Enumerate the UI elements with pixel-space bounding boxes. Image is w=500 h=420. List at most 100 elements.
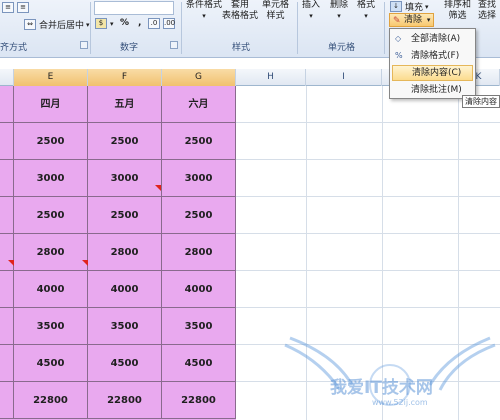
menu-item-clear-all[interactable]: ◇ 全部清除(A) xyxy=(392,31,473,47)
number-launcher-icon[interactable] xyxy=(170,41,178,49)
column-header-D[interactable] xyxy=(0,69,14,86)
menu-item-clear-comments[interactable]: 清除批注(M) xyxy=(392,82,473,98)
gridline xyxy=(236,122,500,123)
alignment-launcher-icon[interactable] xyxy=(80,41,88,49)
table-cell[interactable]: 2800 xyxy=(162,234,236,271)
table-cell[interactable] xyxy=(0,160,14,197)
table-cell[interactable]: 2800 xyxy=(14,234,88,271)
currency-icon: $ xyxy=(95,18,107,29)
table-cell[interactable] xyxy=(0,197,14,234)
find-label-2: 选择 xyxy=(478,11,497,21)
watermark-url: www.52ij.com xyxy=(372,398,428,407)
table-cell[interactable]: 2500 xyxy=(14,197,88,234)
table-cell[interactable]: 3000 xyxy=(88,160,162,197)
table-cell[interactable]: 2500 xyxy=(88,197,162,234)
insert-button[interactable]: 插入 ▾ xyxy=(302,0,320,22)
format-button[interactable]: 格式 ▾ xyxy=(357,0,375,22)
table-cell[interactable]: 2500 xyxy=(88,123,162,160)
column-header-I[interactable]: I xyxy=(306,69,382,86)
clear-content-icon xyxy=(396,69,406,78)
table-format-button[interactable]: 套用 表格格式 xyxy=(222,0,258,22)
table-cell[interactable]: 22800 xyxy=(14,382,88,419)
table-cell[interactable]: 3000 xyxy=(14,160,88,197)
table-cell[interactable]: 3500 xyxy=(162,308,236,345)
table-cell[interactable]: 3500 xyxy=(88,308,162,345)
delete-label: 删除 xyxy=(330,0,349,10)
decimal-buttons[interactable]: .0.00 xyxy=(148,18,178,29)
table-cell[interactable]: 22800 xyxy=(162,382,236,419)
currency-button[interactable]: $ ▾ xyxy=(95,18,114,29)
table-cell[interactable]: 4500 xyxy=(88,345,162,382)
menu-item-label: 清除批注(M) xyxy=(411,85,462,95)
table-cell[interactable]: 4500 xyxy=(14,345,88,382)
merge-center-button[interactable]: ⇔ 合并后居中 ▾ xyxy=(24,18,90,31)
table-cell[interactable]: 2500 xyxy=(162,197,236,234)
table-header-cell[interactable]: 四月 xyxy=(14,86,88,123)
column-header-F[interactable]: F xyxy=(88,69,162,86)
menu-item-clear-contents[interactable]: 清除内容(C) xyxy=(392,65,473,81)
table-row: 4000 4000 4000 xyxy=(0,271,236,308)
clear-label: 清除 xyxy=(404,15,423,25)
gridline xyxy=(236,159,500,160)
alignment-group-label: 齐方式 xyxy=(0,43,28,53)
decrease-decimal-icon: .00 xyxy=(163,18,176,29)
cell-styles-label-1: 单元格 xyxy=(262,0,290,10)
gridline xyxy=(236,270,500,271)
cell-styles-label-2: 样式 xyxy=(266,11,285,21)
conditional-format-button[interactable]: 条件格式 ▾ xyxy=(186,0,222,22)
column-header-E[interactable]: E xyxy=(14,69,88,86)
table-cell[interactable]: 4500 xyxy=(162,345,236,382)
fill-button[interactable]: ↓ 填充 ▾ xyxy=(390,0,429,13)
column-header-H[interactable]: H xyxy=(236,69,306,86)
number-group-label: 数字 xyxy=(120,43,139,53)
table-cell[interactable]: 4000 xyxy=(162,271,236,308)
chevron-down-icon: ▾ xyxy=(309,12,313,20)
cell-styles-button[interactable]: 单元格 样式 xyxy=(262,0,289,22)
table-cell[interactable]: 22800 xyxy=(88,382,162,419)
table-cell[interactable] xyxy=(0,345,14,382)
percent-button[interactable]: % xyxy=(120,18,129,28)
table-header-cell[interactable]: 六月 xyxy=(162,86,236,123)
table-cell[interactable]: 4000 xyxy=(88,271,162,308)
table-cell[interactable]: 3500 xyxy=(14,308,88,345)
table-row: 四月 五月 六月 xyxy=(0,86,236,123)
comment-indicator-icon[interactable] xyxy=(155,185,161,191)
merge-label: 合并后居中 xyxy=(39,21,85,31)
comma-button[interactable]: , xyxy=(138,18,141,28)
table-cell[interactable]: 2800 xyxy=(88,234,162,271)
menu-item-clear-formats[interactable]: % 清除格式(F) xyxy=(392,48,473,64)
cells-group-label: 单元格 xyxy=(328,43,356,53)
table-cell[interactable]: 2500 xyxy=(162,123,236,160)
table-cell[interactable] xyxy=(0,308,14,345)
comment-indicator-icon[interactable] xyxy=(8,260,14,266)
number-format-combo[interactable] xyxy=(94,1,174,15)
chevron-down-icon: ▾ xyxy=(337,12,341,20)
table-cell[interactable]: 2500 xyxy=(14,123,88,160)
align-buttons[interactable]: ≡ ≡ xyxy=(2,2,32,13)
comment-indicator-icon[interactable] xyxy=(82,260,88,266)
table-cell[interactable]: 3000 xyxy=(162,160,236,197)
table-row: 22800 22800 22800 xyxy=(0,382,236,419)
table-cell[interactable] xyxy=(0,86,14,123)
table-format-label-1: 套用 xyxy=(231,0,250,10)
table-header-cell[interactable]: 五月 xyxy=(88,86,162,123)
table-cell[interactable] xyxy=(0,271,14,308)
table-row: 2800 2800 2800 xyxy=(0,234,236,271)
gridline xyxy=(236,233,500,234)
menu-item-label: 全部清除(A) xyxy=(411,34,461,44)
table-cell[interactable] xyxy=(0,123,14,160)
table-row: 2500 2500 2500 xyxy=(0,123,236,160)
chevron-down-icon: ▾ xyxy=(202,12,206,20)
find-select-button[interactable]: 查找 选择 xyxy=(478,0,496,22)
table-cell[interactable] xyxy=(0,382,14,419)
clear-dropdown-menu: ◇ 全部清除(A) % 清除格式(F) 清除内容(C) 清除批注(M) xyxy=(389,28,476,99)
clear-format-icon: % xyxy=(395,51,403,60)
table-cell[interactable]: 4000 xyxy=(14,271,88,308)
clear-button[interactable]: ✎ 清除 ▾ xyxy=(389,13,434,27)
column-header-G[interactable]: G xyxy=(162,69,236,86)
divider xyxy=(297,2,298,54)
delete-button[interactable]: 删除 ▾ xyxy=(330,0,348,22)
insert-label: 插入 xyxy=(302,0,321,10)
sort-filter-button[interactable]: 排序和 筛选 xyxy=(444,0,471,22)
gridline xyxy=(236,307,500,308)
